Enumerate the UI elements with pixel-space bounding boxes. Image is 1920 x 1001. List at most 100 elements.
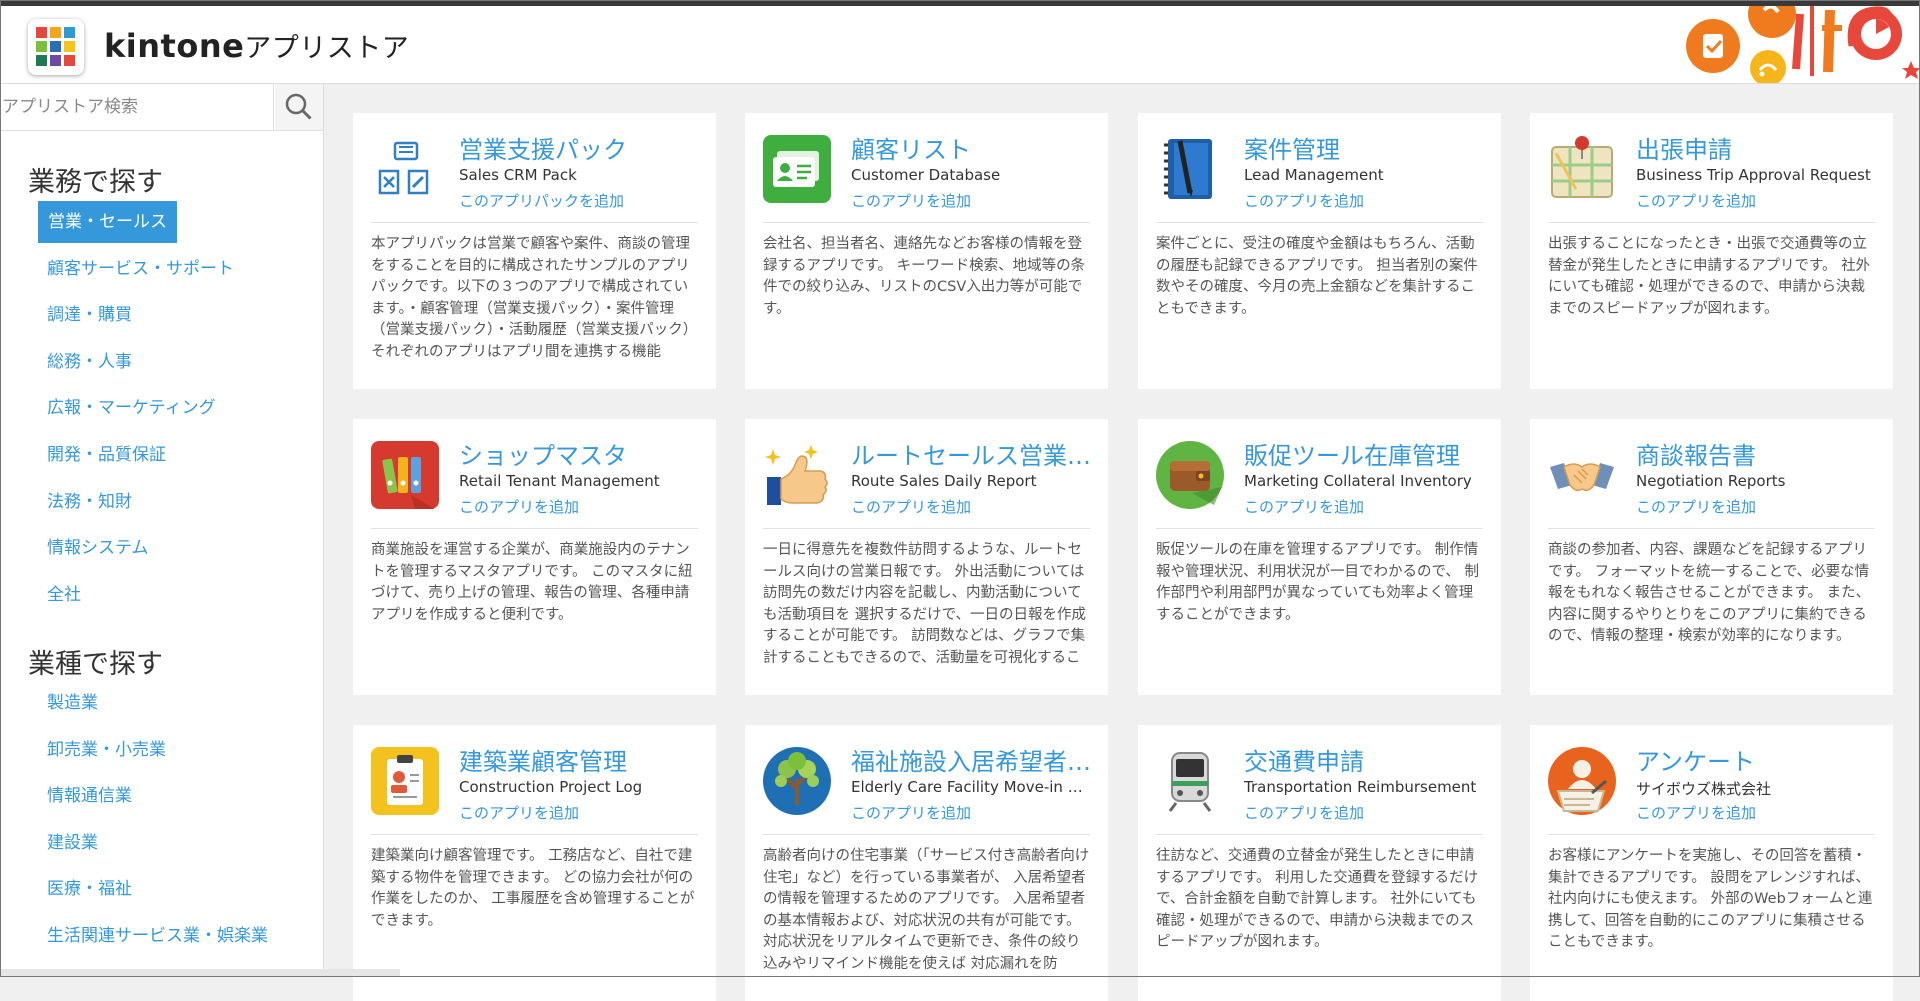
sidebar-item-development[interactable]: 開発・品質保証 bbox=[47, 432, 243, 479]
contact-cards-icon bbox=[763, 135, 831, 203]
app-description: 高齢者向けの住宅事業（「サービス付き高齢者向け住宅」など）を行っている事業者が、… bbox=[763, 848, 1090, 972]
app-card[interactable]: 福祉施設入居希望者… Elderly Care Facility Move-in… bbox=[745, 725, 1108, 1001]
app-grid: 営業支援パック Sales CRM Pack このアプリパックを追加 本アプリパ… bbox=[323, 84, 1920, 1001]
app-card[interactable]: 商談報告書 Negotiation Reports このアプリを追加 商談の参加… bbox=[1530, 419, 1893, 695]
app-card[interactable]: 出張申請 Business Trip Approval Request このアプ… bbox=[1530, 113, 1893, 389]
header-decoration-icon bbox=[1686, 6, 1920, 83]
document-pack-icon bbox=[378, 141, 429, 195]
app-title[interactable]: 出張申請 bbox=[1636, 130, 1878, 165]
handshake-icon bbox=[1550, 463, 1614, 492]
app-subtitle: Marketing Collateral Inventory bbox=[1244, 472, 1472, 490]
divider bbox=[1548, 222, 1875, 223]
map-pin-icon bbox=[1551, 136, 1613, 198]
sidebar-item-company-wide[interactable]: 全社 bbox=[47, 572, 243, 619]
add-app-link[interactable]: このアプリを追加 bbox=[1636, 496, 1756, 517]
horizontal-scrollbar[interactable] bbox=[0, 969, 400, 977]
app-title[interactable]: 交通費申請 bbox=[1244, 742, 1486, 777]
app-card[interactable]: 案件管理 Lead Management このアプリを追加 案件ごとに、受注の確… bbox=[1138, 113, 1501, 389]
app-description: 商業施設を運営する企業が、商業施設内のテナントを管理するマスタアプリです。 この… bbox=[371, 542, 693, 623]
sidebar-item-general-affairs[interactable]: 総務・人事 bbox=[47, 339, 243, 386]
divider bbox=[763, 528, 1090, 529]
app-description: 建築業向け顧客管理です。 工務店など、自社で建築する物件を管理できます。 どの協… bbox=[371, 848, 695, 929]
app-title[interactable]: 営業支援パック bbox=[459, 130, 701, 165]
app-card[interactable]: アンケート サイボウズ株式会社 このアプリを追加 お客様にアンケートを実施し、そ… bbox=[1530, 725, 1893, 1001]
app-card[interactable]: 交通費申請 Transportation Reimbursement このアプリ… bbox=[1138, 725, 1501, 1001]
app-subtitle: Transportation Reimbursement bbox=[1244, 778, 1477, 796]
app-subtitle: Elderly Care Facility Move-in Ca… bbox=[851, 778, 1093, 796]
app-subtitle: Customer Database bbox=[851, 166, 1001, 184]
add-app-link[interactable]: このアプリを追加 bbox=[1244, 190, 1364, 211]
sidebar-item-retail[interactable]: 卸売業・小売業 bbox=[47, 727, 277, 774]
app-title[interactable]: 顧客リスト bbox=[851, 130, 1093, 165]
sidebar-item-lifestyle[interactable]: 生活関連サービス業・娯楽業 bbox=[47, 913, 277, 960]
industry-category-list: 製造業 卸売業・小売業 情報通信業 建設業 医療・福祉 生活関連サービス業・娯楽… bbox=[47, 680, 277, 960]
app-title[interactable]: 販促ツール在庫管理 bbox=[1244, 436, 1486, 471]
app-card[interactable]: ルートセールス営業… Route Sales Daily Report このアプ… bbox=[745, 419, 1108, 695]
divider bbox=[1548, 528, 1875, 529]
sidebar-item-it[interactable]: 情報システム bbox=[47, 525, 243, 572]
sidebar-item-sales[interactable]: 営業・セールス bbox=[38, 199, 243, 246]
app-description: お客様にアンケートを実施し、その回答を蓄積・集計できるアプリです。 設問をアレン… bbox=[1548, 848, 1873, 950]
add-app-link[interactable]: このアプリを追加 bbox=[851, 496, 971, 517]
sidebar: 業務で探す 営業・セールス 顧客サービス・サポート 調達・購買 総務・人事 広報… bbox=[0, 84, 324, 977]
app-subtitle: サイボウズ株式会社 bbox=[1636, 780, 1772, 798]
search-button[interactable] bbox=[275, 84, 323, 130]
add-app-link[interactable]: このアプリを追加 bbox=[851, 190, 971, 211]
divider bbox=[1156, 222, 1483, 223]
app-card[interactable]: 営業支援パック Sales CRM Pack このアプリパックを追加 本アプリパ… bbox=[353, 113, 716, 389]
site-title[interactable]: kintoneアプリストア bbox=[104, 26, 409, 65]
app-title[interactable]: 商談報告書 bbox=[1636, 436, 1878, 471]
kintone-logo-icon[interactable] bbox=[28, 19, 84, 75]
divider bbox=[763, 222, 1090, 223]
title-suffix: アプリストア bbox=[244, 33, 410, 64]
clipboard-worker-icon bbox=[371, 747, 439, 815]
add-app-link[interactable]: このアプリを追加 bbox=[1244, 496, 1364, 517]
app-subtitle: Retail Tenant Management bbox=[459, 472, 660, 490]
sidebar-item-legal[interactable]: 法務・知財 bbox=[47, 479, 243, 526]
app-card[interactable]: ショップマスタ Retail Tenant Management このアプリを追… bbox=[353, 419, 716, 695]
survey-icon bbox=[1548, 747, 1616, 815]
app-title[interactable]: アンケート bbox=[1636, 742, 1878, 777]
section-title-industry: 業種で探す bbox=[28, 649, 163, 680]
app-description: 本アプリパックは営業で顧客や案件、商談の管理をすることを目的に構成されたサンプル… bbox=[371, 236, 698, 360]
binders-icon bbox=[371, 441, 439, 509]
search-bar bbox=[0, 84, 323, 131]
add-app-link[interactable]: このアプリを追加 bbox=[851, 802, 971, 823]
add-app-link[interactable]: このアプリパックを追加 bbox=[459, 190, 624, 211]
app-title[interactable]: ショップマスタ bbox=[459, 436, 701, 471]
section-title-business: 業務で探す bbox=[28, 167, 163, 198]
app-subtitle: Route Sales Daily Report bbox=[851, 472, 1037, 490]
app-subtitle: Negotiation Reports bbox=[1636, 472, 1786, 490]
app-description: 商談の参加者、内容、課題などを記録するアプリです。 フォーマットを統一することで… bbox=[1548, 542, 1871, 644]
sidebar-item-medical[interactable]: 医療・福祉 bbox=[47, 866, 277, 913]
add-app-link[interactable]: このアプリを追加 bbox=[459, 496, 579, 517]
app-title[interactable]: ルートセールス営業… bbox=[851, 436, 1093, 471]
divider bbox=[1156, 834, 1483, 835]
app-description: 一日に得意先を複数件訪問するような、ルートセールス向けの営業日報です。 外出活動… bbox=[763, 542, 1087, 666]
add-app-link[interactable]: このアプリを追加 bbox=[1636, 802, 1756, 823]
tree-icon bbox=[763, 747, 831, 815]
app-title[interactable]: 福祉施設入居希望者… bbox=[851, 742, 1093, 777]
sidebar-item-construction[interactable]: 建設業 bbox=[47, 820, 277, 867]
search-input[interactable] bbox=[0, 84, 274, 130]
app-title[interactable]: 案件管理 bbox=[1244, 130, 1486, 165]
sidebar-item-telecom[interactable]: 情報通信業 bbox=[47, 773, 277, 820]
wallet-icon bbox=[1156, 441, 1224, 509]
app-title[interactable]: 建築業顧客管理 bbox=[459, 742, 701, 777]
sidebar-item-procurement[interactable]: 調達・購買 bbox=[47, 292, 243, 339]
app-card[interactable]: 顧客リスト Customer Database このアプリを追加 会社名、担当者… bbox=[745, 113, 1108, 389]
app-description: 往訪など、交通費の立替金が発生したときに申請するアプリです。 利用した交通費を登… bbox=[1156, 848, 1479, 950]
app-card[interactable]: 販促ツール在庫管理 Marketing Collateral Inventory… bbox=[1138, 419, 1501, 695]
app-description: 販促ツールの在庫を管理するアプリです。 制作情報や管理状況、利用状況が一目でわか… bbox=[1156, 542, 1480, 623]
app-card[interactable]: 建築業顧客管理 Construction Project Log このアプリを追… bbox=[353, 725, 716, 1001]
business-category-list: 営業・セールス 顧客サービス・サポート 調達・購買 総務・人事 広報・マーケティ… bbox=[38, 199, 243, 619]
sidebar-item-marketing[interactable]: 広報・マーケティング bbox=[47, 385, 243, 432]
add-app-link[interactable]: このアプリを追加 bbox=[459, 802, 579, 823]
app-description: 出張することになったとき・出張で交通費等の立替金が発生したときに申請するアプリで… bbox=[1548, 236, 1871, 317]
sidebar-item-customer-service[interactable]: 顧客サービス・サポート bbox=[47, 246, 243, 293]
divider bbox=[1156, 528, 1483, 529]
site-header: kintoneアプリストア bbox=[0, 6, 1920, 84]
add-app-link[interactable]: このアプリを追加 bbox=[1244, 802, 1364, 823]
sidebar-item-manufacturing[interactable]: 製造業 bbox=[47, 680, 277, 727]
add-app-link[interactable]: このアプリを追加 bbox=[1636, 190, 1756, 211]
